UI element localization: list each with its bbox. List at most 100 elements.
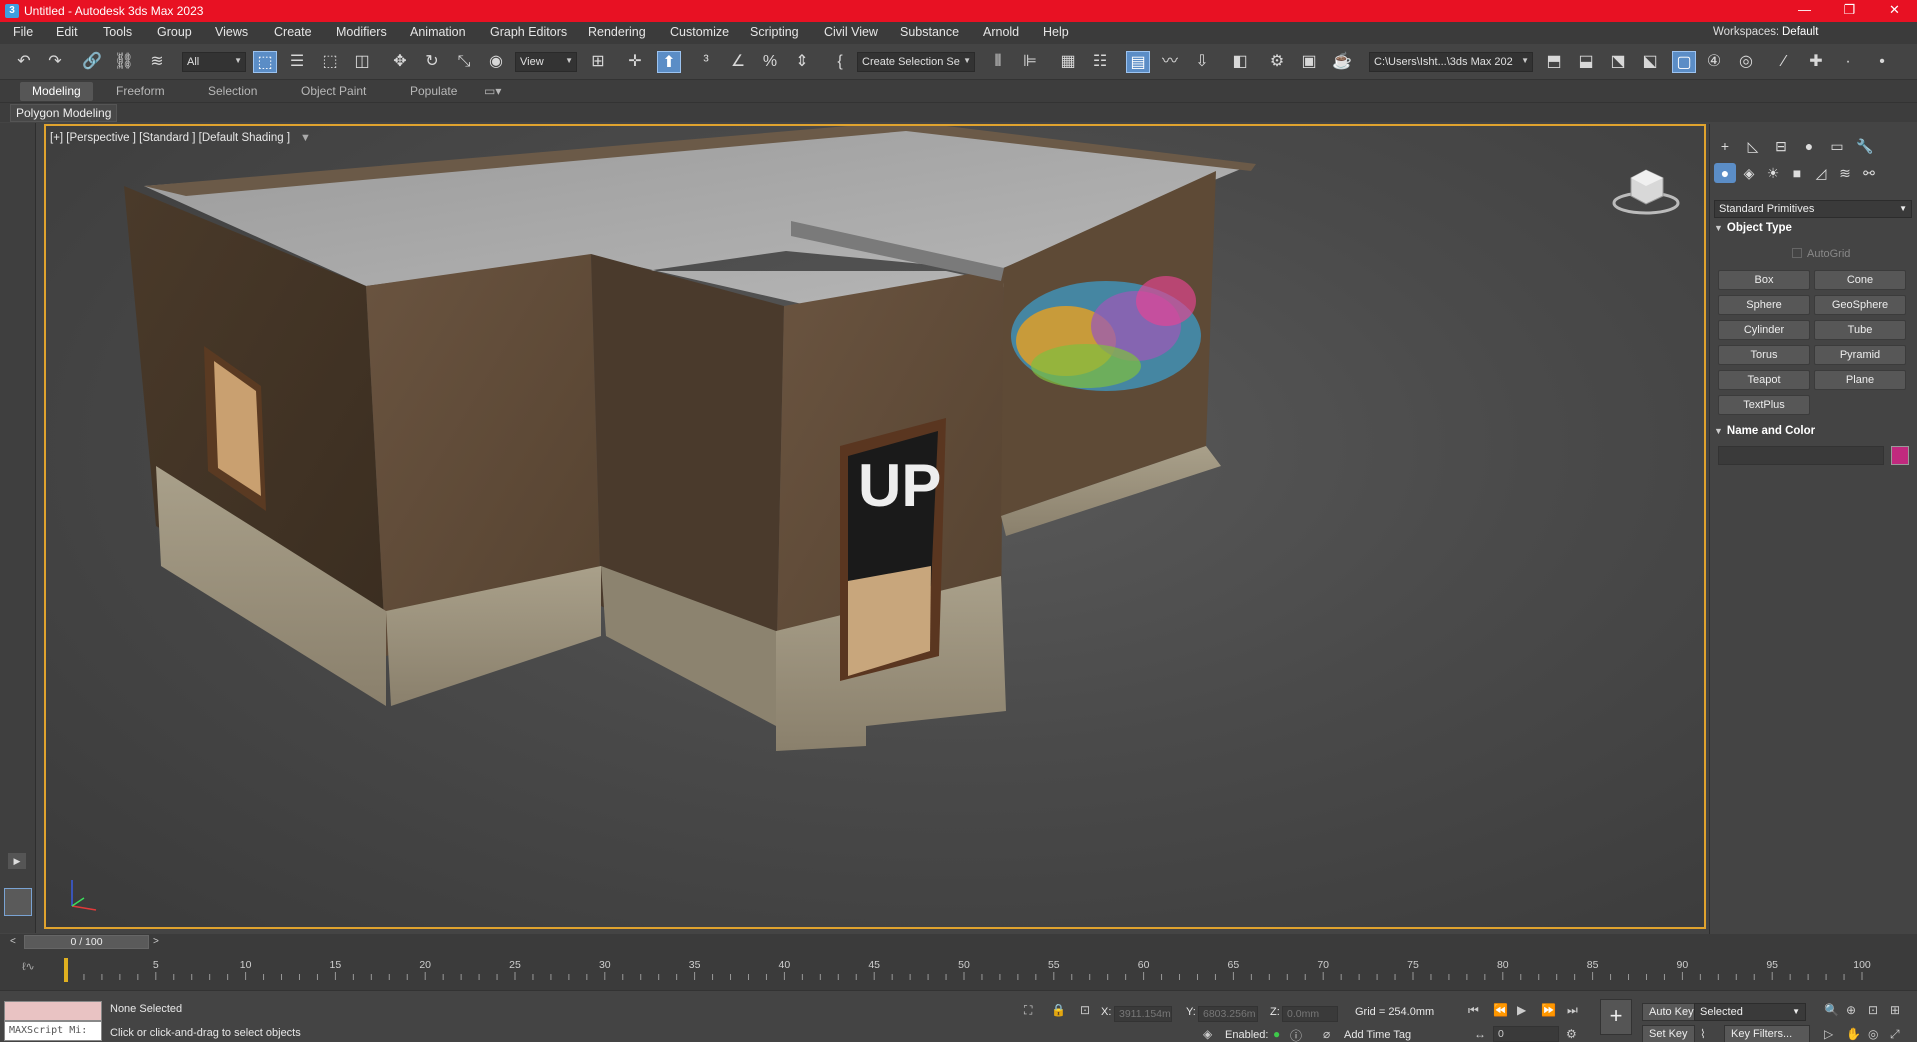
brush-icon[interactable]: ⁄ (1772, 51, 1796, 73)
perspective-viewport[interactable]: UP [+] [Perspective ] [Standard ] [Defau… (44, 124, 1706, 929)
x-coordinate-field[interactable]: 3911.154m (1114, 1006, 1172, 1022)
close-button[interactable]: ✕ (1872, 0, 1917, 22)
textplus-button[interactable]: TextPlus (1718, 395, 1810, 415)
expand-arrow-icon[interactable]: ▶ (8, 853, 26, 869)
current-frame-field[interactable]: 0 (1493, 1026, 1559, 1042)
box-button[interactable]: Box (1718, 270, 1810, 290)
unlink-icon[interactable]: ⛓ (112, 51, 136, 73)
inherit-container-icon[interactable]: ⬔ (1606, 51, 1630, 73)
menu-tools[interactable]: Tools (103, 25, 132, 39)
menu-help[interactable]: Help (1043, 25, 1069, 39)
menu-arnold[interactable]: Arnold (983, 25, 1019, 39)
render-setup-icon[interactable]: ⚙ (1265, 51, 1289, 73)
current-frame-marker[interactable] (64, 958, 68, 982)
percent-snap-icon[interactable]: % (758, 51, 782, 73)
container-icon[interactable]: ⬒ (1542, 51, 1566, 73)
sphere-button[interactable]: Sphere (1718, 295, 1810, 315)
select-manipulate-icon[interactable]: ✛ (623, 51, 647, 73)
menu-create[interactable]: Create (274, 25, 312, 39)
tab-object-paint[interactable]: Object Paint (289, 82, 378, 101)
select-by-name-icon[interactable]: ☰ (285, 51, 309, 73)
primitive-category-dropdown[interactable]: Standard Primitives ▼ (1714, 200, 1912, 218)
geometry-icon[interactable]: ● (1714, 163, 1736, 183)
add-time-tag[interactable]: Add Time Tag (1344, 1029, 1411, 1041)
snapshot-icon[interactable]: ④ (1702, 51, 1726, 73)
tab-populate[interactable]: Populate (398, 82, 469, 101)
material-editor-icon[interactable]: ◧ (1228, 51, 1252, 73)
rotate-icon[interactable]: ↻ (420, 51, 444, 73)
update-container-icon[interactable]: ⬕ (1638, 51, 1662, 73)
viewport-layout-icon[interactable]: ◎ (1734, 51, 1758, 73)
play-icon[interactable]: ▶ (1517, 1003, 1526, 1017)
isolate-selection-icon[interactable]: ⛶ (1024, 1003, 1032, 1018)
key-filters-button[interactable]: Key Filters... (1724, 1025, 1810, 1042)
key-tangent-icon[interactable]: ⌇ (1700, 1027, 1706, 1041)
set-key-plus-button[interactable]: + (1600, 999, 1632, 1035)
key-mode-icon[interactable]: ↔ (1474, 1027, 1486, 1041)
object-type-rollout[interactable]: ▼ Object Type (1714, 222, 1912, 240)
torus-button[interactable]: Torus (1718, 345, 1810, 365)
time-next-button[interactable]: > (153, 936, 159, 947)
save-viewport-icon[interactable]: ▢ (1672, 51, 1696, 73)
pyramid-button[interactable]: Pyramid (1814, 345, 1906, 365)
pivot-center-icon[interactable]: ⊞ (586, 51, 610, 73)
rectangular-selection-icon[interactable]: ⬚ (318, 51, 342, 73)
mirror-icon[interactable]: ⫴ (986, 51, 1010, 73)
orbit-icon[interactable]: • (1870, 51, 1894, 73)
menu-file[interactable]: File (13, 25, 33, 39)
viewport-label[interactable]: [+] [Perspective ] [Standard ] [Default … (50, 132, 290, 144)
project-folder-dropdown[interactable]: C:\Users\Isht...\3ds Max 202 ▼ (1369, 52, 1533, 72)
time-slider[interactable]: < 0 / 100 > (0, 934, 1917, 950)
tab-freeform[interactable]: Freeform (104, 82, 177, 101)
schematic-view-icon[interactable]: ⇩ (1190, 51, 1214, 73)
key-selection-dropdown[interactable]: Selected ▼ (1694, 1003, 1806, 1021)
tab-modeling[interactable]: Modeling (20, 82, 93, 101)
shapes-icon[interactable]: ◈ (1738, 163, 1760, 183)
zoom-extents-all-icon[interactable]: ⊞ (1890, 1003, 1900, 1017)
zoom-extents-icon[interactable]: ⊡ (1868, 1003, 1878, 1017)
menu-graph-editors[interactable]: Graph Editors (490, 25, 567, 39)
spacewarps-icon[interactable]: ≋ (1834, 163, 1856, 183)
menu-scripting[interactable]: Scripting (750, 25, 799, 39)
zoom-all-icon[interactable]: ⊕ (1846, 1003, 1856, 1017)
object-name-field[interactable] (1718, 446, 1884, 465)
viewport-layout-tab[interactable] (4, 888, 32, 916)
edit-named-selection-icon[interactable]: { (828, 51, 852, 73)
menu-rendering[interactable]: Rendering (588, 25, 646, 39)
angle-snap-icon[interactable]: ∠ (726, 51, 750, 73)
maxscript-listener[interactable]: MAXScript Mi: (4, 1001, 102, 1041)
pan-view-icon[interactable]: ✋ (1846, 1027, 1861, 1041)
field-of-view-icon[interactable]: ▷ (1824, 1027, 1833, 1041)
viewcube-icon[interactable] (1611, 158, 1681, 218)
scale-icon[interactable]: ⤡ (452, 51, 476, 73)
time-config-icon[interactable]: ⚙ (1566, 1027, 1577, 1041)
select-object-icon[interactable]: ⬚ (253, 51, 277, 73)
menu-views[interactable]: Views (215, 25, 248, 39)
orbit-view-icon[interactable]: ◎ (1868, 1027, 1878, 1041)
maximize-viewport-icon[interactable]: ⤢ (1890, 1027, 1900, 1042)
menu-animation[interactable]: Animation (410, 25, 466, 39)
modify-tab-icon[interactable]: ◺ (1742, 136, 1764, 156)
previous-frame-icon[interactable]: ⏪ (1493, 1003, 1508, 1017)
object-color-swatch[interactable] (1891, 446, 1909, 465)
lights-icon[interactable]: ☀ (1762, 163, 1784, 183)
tab-selection[interactable]: Selection (196, 82, 269, 101)
display-tab-icon[interactable]: ▭ (1826, 136, 1848, 156)
selection-lock-icon[interactable]: 🔒 (1051, 1003, 1066, 1017)
systems-icon[interactable]: ⚯ (1858, 163, 1880, 183)
geosphere-button[interactable]: GeoSphere (1814, 295, 1906, 315)
ribbon-options-icon[interactable]: ▭▾ (480, 82, 505, 101)
time-prev-button[interactable]: < (10, 936, 16, 947)
menu-edit[interactable]: Edit (56, 25, 78, 39)
redo-icon[interactable]: ↷ (43, 51, 67, 73)
place-icon[interactable]: ◉ (484, 51, 508, 73)
helpers-icon[interactable]: ◿ (1810, 163, 1832, 183)
pan-icon[interactable]: ✚ (1804, 51, 1828, 73)
motion-tab-icon[interactable]: ● (1798, 136, 1820, 156)
name-and-color-rollout[interactable]: ▼ Name and Color (1714, 425, 1912, 443)
time-slider-thumb[interactable]: 0 / 100 (24, 935, 149, 949)
link-icon[interactable]: 🔗 (80, 51, 104, 73)
auto-key-button[interactable]: Auto Key (1642, 1003, 1701, 1021)
utilities-tab-icon[interactable]: 🔧 (1854, 136, 1876, 156)
window-crossing-icon[interactable]: ◫ (350, 51, 374, 73)
